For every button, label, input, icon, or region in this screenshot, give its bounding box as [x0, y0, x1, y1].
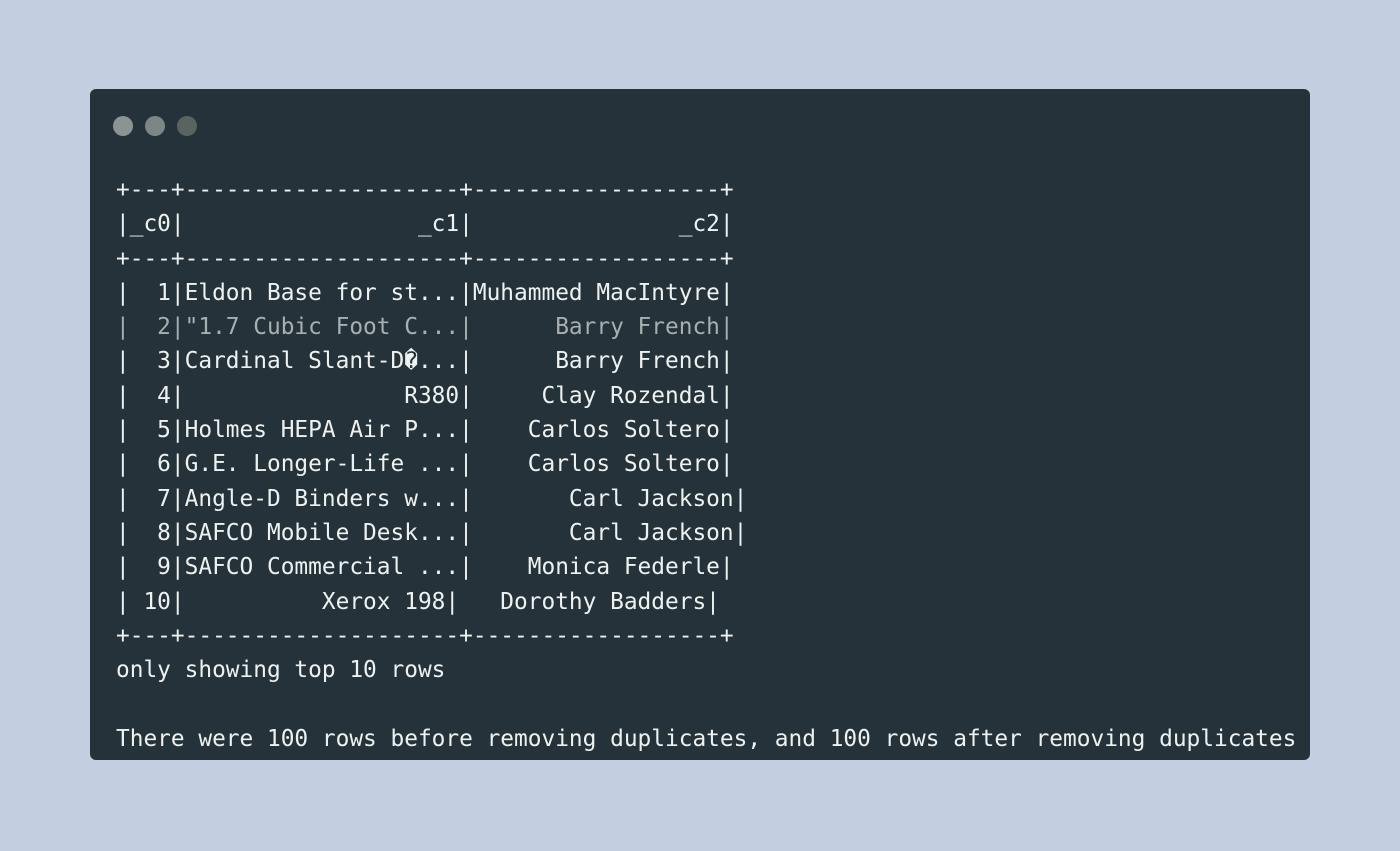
- table-row: | 1|Eldon Base for st...|Muhammed MacInt…: [116, 279, 734, 306]
- table-row: | 7|Angle-D Binders w...| Carl Jackson|: [116, 485, 748, 512]
- zoom-button[interactable]: [177, 116, 197, 136]
- table-row: | 10| Xerox 198| Dorothy Badders|: [116, 588, 720, 615]
- table-row: | 9|SAFCO Commercial ...| Monica Federle…: [116, 554, 734, 581]
- console-output: +---+--------------------+--------------…: [116, 173, 1296, 756]
- footer-note: only showing top 10 rows: [116, 657, 446, 684]
- window-controls: [113, 116, 197, 136]
- terminal-window: +---+--------------------+--------------…: [90, 89, 1310, 760]
- table-border-mid: +---+--------------------+--------------…: [116, 245, 734, 272]
- table-row: | 5|Holmes HEPA Air P...| Carlos Soltero…: [116, 417, 734, 444]
- minimize-button[interactable]: [145, 116, 165, 136]
- table-header-row: |_c0| _c1| _c2|: [116, 211, 734, 238]
- table-row: | 2|"1.7 Cubic Foot C...| Barry French|: [116, 314, 734, 341]
- table-border-bottom: +---+--------------------+--------------…: [116, 622, 734, 649]
- table-row: | 4| R380| Clay Rozendal|: [116, 382, 734, 409]
- table-border-top: +---+--------------------+--------------…: [116, 177, 734, 203]
- table-row: | 6|G.E. Longer-Life ...| Carlos Soltero…: [116, 451, 734, 478]
- close-button[interactable]: [113, 116, 133, 136]
- table-row: | 3|Cardinal Slant-D�...| Barry French|: [116, 348, 734, 375]
- table-row: | 8|SAFCO Mobile Desk...| Carl Jackson|: [116, 519, 748, 546]
- summary-line: There were 100 rows before removing dupl…: [116, 725, 1297, 752]
